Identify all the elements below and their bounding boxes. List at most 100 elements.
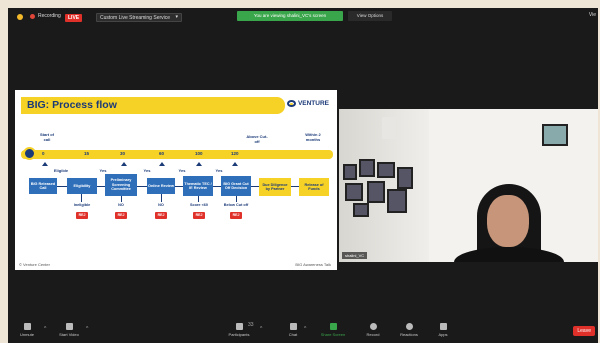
top-bar: Recording LIVE Custom Live Streaming Ser… [8, 8, 598, 28]
timeline-arrow-icon [196, 162, 202, 166]
recording-indicator[interactable]: Recording [30, 13, 61, 19]
wall-frame [397, 167, 413, 189]
chat-label: Chat [288, 332, 298, 337]
timeline-tick: 120 [231, 151, 239, 156]
yes-label: Yes [99, 168, 107, 173]
outcome-label: Score <60 [189, 203, 209, 207]
participants-count: 33 [248, 322, 254, 328]
participant-video[interactable]: shalini_VC [339, 109, 598, 262]
flow-connector [81, 194, 82, 202]
wall-frame [359, 159, 375, 177]
flow-connector [236, 196, 237, 202]
zoom-window: Recording LIVE Custom Live Streaming Ser… [8, 8, 598, 343]
slide-footer-left: © Venture Center [19, 262, 50, 267]
share-screen-label: Share Screen [320, 332, 346, 337]
wall-lamp [382, 117, 396, 139]
record-dot-icon [30, 13, 35, 19]
apps-icon [439, 323, 447, 330]
share-screen-icon [329, 323, 337, 330]
above-cutoff-label: Above Cut-off [246, 134, 268, 144]
alarm-clock-icon [23, 147, 36, 160]
shared-screen: BIG: Process flow VENTURE Start of call … [15, 90, 337, 270]
chevron-down-icon: ▾ [175, 14, 178, 20]
flow-box-eligibility: Eligibility [67, 178, 97, 194]
flow-box-call-released: BIG Released Call [29, 178, 57, 194]
reject-badge: REJ [155, 212, 167, 219]
start-video-button[interactable]: Start Video [54, 323, 84, 337]
timeline-tick: 15 [84, 151, 90, 156]
flow-connector [121, 196, 122, 202]
zoom-info-icon[interactable] [17, 14, 23, 20]
chevron-up-icon[interactable]: ^ [260, 326, 262, 332]
share-screen-button[interactable]: Share Screen [318, 323, 348, 337]
recording-label: Recording [38, 13, 61, 19]
participant-face [487, 195, 529, 247]
outcome-label: Ineligible [73, 203, 91, 207]
live-badge: LIVE [65, 14, 83, 22]
chevron-up-icon[interactable]: ^ [304, 326, 306, 332]
reactions-icon [405, 323, 413, 330]
within-two-months-label: Within 2 months [305, 132, 321, 142]
slide-title: BIG: Process flow [21, 97, 285, 114]
flow-box-release-funds: Release of Funds [299, 178, 329, 196]
start-video-label: Start Video [59, 332, 79, 337]
wall-frame [542, 124, 568, 146]
logo-text: VENTURE [297, 100, 329, 107]
record-button[interactable]: Record [358, 323, 388, 337]
venture-center-logo: VENTURE [286, 100, 329, 107]
view-options-button[interactable]: View Options [348, 11, 392, 21]
timeline-tick: 60 [159, 151, 165, 156]
chevron-up-icon[interactable]: ^ [44, 326, 46, 332]
participant-name: shalini_VC [342, 252, 368, 259]
reject-badge: REJ [193, 212, 205, 219]
chevron-up-icon[interactable]: ^ [86, 326, 88, 332]
record-icon [369, 323, 377, 330]
yes-label: Yes [215, 168, 223, 173]
participant-body [454, 247, 564, 262]
reactions-label: Reactions [400, 332, 418, 337]
outcome-label: NO [118, 203, 124, 207]
reject-badge: REJ [230, 212, 242, 219]
apps-button[interactable]: Apps [428, 323, 458, 337]
flow-connector [198, 196, 199, 202]
timeline-bar [21, 150, 333, 159]
outcome-label: Below Cut off [223, 203, 249, 207]
apps-label: Apps [438, 332, 448, 337]
flow-box-due-diligence: Due Diligence by Partner [259, 178, 291, 196]
chat-icon [289, 323, 297, 330]
microphone-muted-icon [23, 323, 31, 330]
view-toggle-button[interactable]: Vie [589, 12, 596, 18]
wall-frame [367, 181, 385, 203]
timeline-arrow-icon [42, 162, 48, 166]
wall-frame [353, 203, 369, 217]
flow-box-cutoff-decision: BIG Grant Cut Off Decision [221, 176, 251, 196]
screen-share-notice: You are viewing shalini_VC's screen [237, 11, 343, 21]
flow-connector [161, 194, 162, 202]
timeline-tick: 30 [120, 151, 126, 156]
yes-label: Yes [178, 168, 186, 173]
wall-frame [345, 183, 363, 201]
logo-mark-icon [286, 100, 296, 107]
wall-frame [343, 164, 357, 180]
slide-footer-right: BIG Awareness Talk [295, 262, 331, 267]
meeting-toolbar: Unmute ^ Start Video ^ Participants 33 ^… [8, 321, 598, 343]
timeline-arrow-icon [232, 162, 238, 166]
stream-service-label: Custom Live Streaming Service [100, 15, 171, 21]
start-of-call-label: Start of call [40, 132, 54, 142]
yes-label: Yes [143, 168, 151, 173]
timeline-tick: 100 [195, 151, 203, 156]
timeline-arrow-icon [121, 162, 127, 166]
participants-label: Participants [228, 332, 250, 337]
reactions-button[interactable]: Reactions [394, 323, 424, 337]
reject-badge: REJ [115, 212, 127, 219]
unmute-button[interactable]: Unmute [12, 323, 42, 337]
flow-box-screening-committee: Preliminary Screening Committee [105, 174, 137, 196]
flow-box-online-review: Online Review [147, 178, 175, 194]
stream-service-dropdown[interactable]: Custom Live Streaming Service ▾ [96, 13, 182, 22]
reject-badge: REJ [76, 212, 88, 219]
eligible-label: Eligible [53, 168, 69, 173]
unmute-label: Unmute [19, 332, 34, 337]
timeline-tick: 0 [42, 151, 45, 156]
wall-frame [387, 189, 407, 213]
leave-button[interactable]: Leave [573, 326, 595, 336]
